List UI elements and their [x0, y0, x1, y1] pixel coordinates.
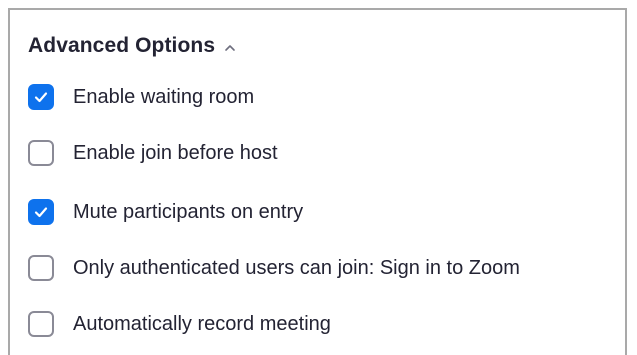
- section-title: Advanced Options: [28, 34, 216, 57]
- checkmark-icon: [34, 207, 48, 218]
- checkmark-icon: [34, 92, 48, 103]
- chevron-up-icon[interactable]: [224, 41, 236, 53]
- checkbox[interactable]: [28, 255, 54, 281]
- checkbox[interactable]: [28, 84, 54, 110]
- option-label: Enable join before host: [73, 141, 278, 164]
- option-only-authenticated-users[interactable]: Only authenticated users can join: Sign …: [28, 252, 520, 284]
- option-label: Automatically record meeting: [73, 312, 331, 335]
- option-label: Enable waiting room: [73, 85, 255, 108]
- checkbox[interactable]: [28, 311, 54, 337]
- option-label: Only authenticated users can join: Sign …: [73, 256, 520, 279]
- checkbox[interactable]: [28, 199, 54, 225]
- option-mute-participants-on-entry[interactable]: Mute participants on entry: [28, 196, 303, 228]
- option-enable-join-before-host[interactable]: Enable join before host: [28, 137, 278, 169]
- option-automatically-record-meeting[interactable]: Automatically record meeting: [28, 308, 331, 340]
- option-enable-waiting-room[interactable]: Enable waiting room: [28, 81, 254, 113]
- advanced-options-header[interactable]: Advanced Options: [28, 31, 236, 61]
- checkbox[interactable]: [28, 140, 54, 166]
- option-label: Mute participants on entry: [73, 200, 304, 223]
